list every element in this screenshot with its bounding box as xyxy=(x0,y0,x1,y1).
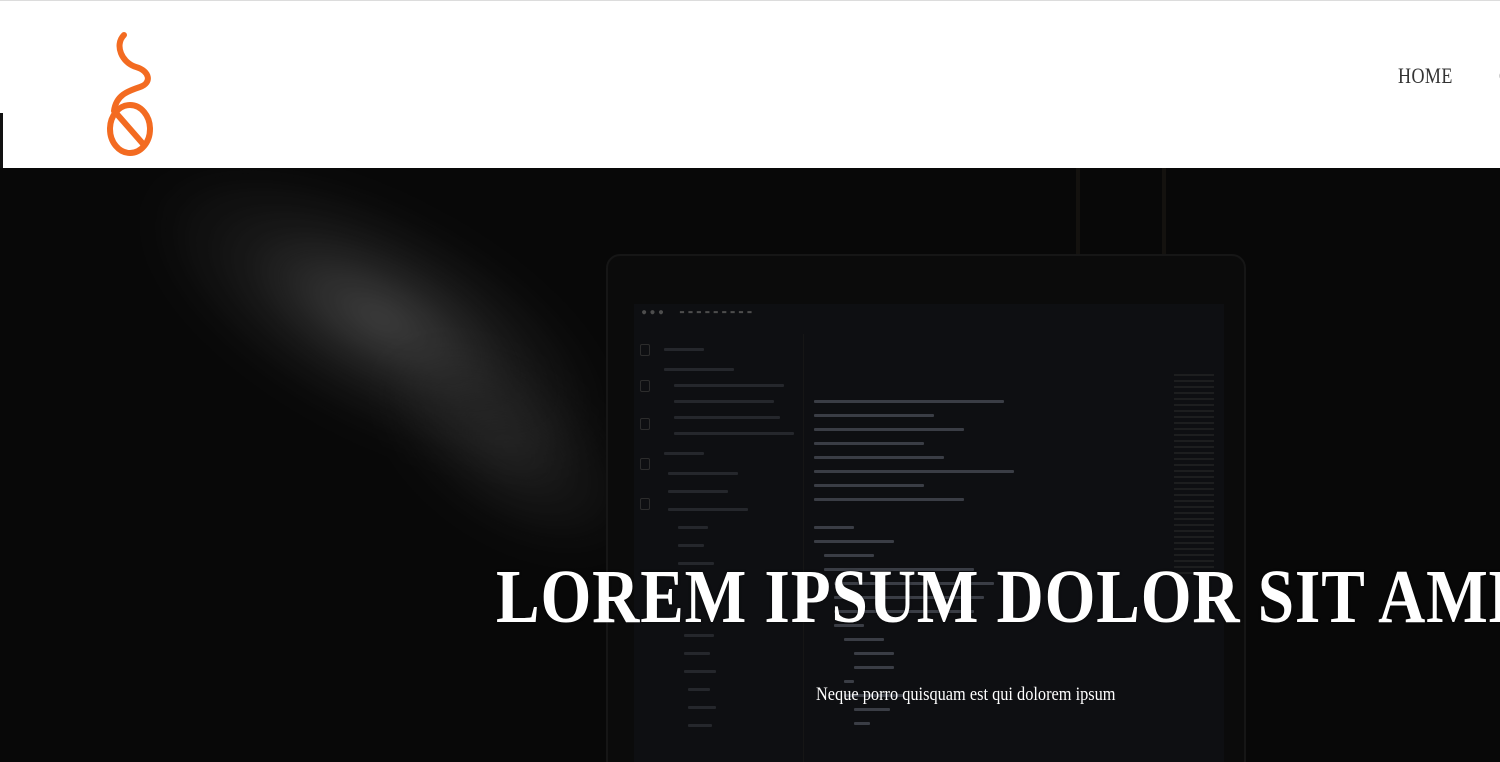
header-edge-marker xyxy=(0,113,3,169)
logo-icon xyxy=(107,32,153,156)
main-nav: HOME CO xyxy=(1398,63,1500,93)
nav-item-home[interactable]: HOME xyxy=(1398,63,1453,89)
site-header: HOME CO xyxy=(0,0,1500,169)
site-logo[interactable] xyxy=(100,29,164,161)
hero-section: ● ● ● ▬ ▬ ▬ ▬ ▬ ▬ ▬ ▬ ▬ LOREM IPSUM DOLO… xyxy=(0,168,1500,762)
hero-title: LOREM IPSUM DOLOR SIT AMET xyxy=(496,555,1500,639)
hero-subtitle: Neque porro quisquam est qui dolorem ips… xyxy=(816,684,1116,705)
hero-overlay xyxy=(0,168,1500,762)
